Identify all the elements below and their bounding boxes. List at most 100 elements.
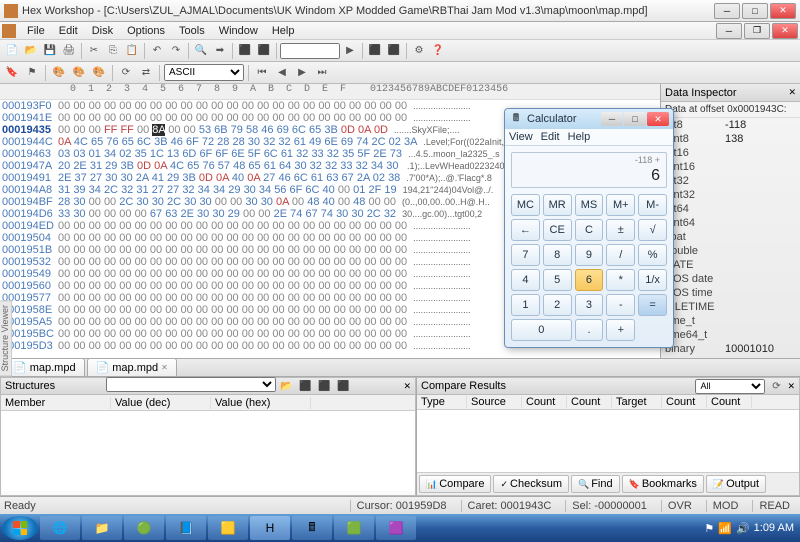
tray-volume-icon[interactable]: 🔊 xyxy=(736,522,750,535)
taskbar-ie-icon[interactable]: 🌐 xyxy=(40,516,80,540)
compare-body[interactable] xyxy=(417,410,799,472)
reload-icon[interactable]: ⟳ xyxy=(117,64,135,82)
bookmark-icon[interactable]: 🔖 xyxy=(3,64,21,82)
tool-b-icon[interactable]: ⬛ xyxy=(255,42,273,60)
nav-first-icon[interactable]: ⏮ xyxy=(253,64,271,82)
calc-btn-x[interactable]: + xyxy=(606,319,635,341)
calc-minimize-button[interactable]: ─ xyxy=(601,112,623,126)
calc-menu-edit[interactable]: Edit xyxy=(541,131,560,143)
tab-output[interactable]: 📝Output xyxy=(706,475,766,493)
settings-icon[interactable]: ⚙ xyxy=(410,42,428,60)
struct-body[interactable] xyxy=(1,411,415,491)
inspector-row[interactable]: float xyxy=(661,230,800,244)
inspector-row[interactable]: DOS date xyxy=(661,272,800,286)
tab-bookmarks[interactable]: 🔖Bookmarks xyxy=(622,475,704,493)
inspector-row[interactable]: time_t xyxy=(661,314,800,328)
calc-btn-x[interactable]: . xyxy=(575,319,604,341)
compare-filter[interactable]: All xyxy=(695,379,765,394)
inspector-row[interactable]: uint32 xyxy=(661,188,800,202)
calc-btn-Mx[interactable]: M+ xyxy=(606,194,635,216)
color-a-icon[interactable]: 🎨 xyxy=(50,64,68,82)
taskbar-chrome-icon[interactable]: 🟢 xyxy=(124,516,164,540)
inspector-row[interactable]: binary10001010 xyxy=(661,342,800,356)
calc-btn-3[interactable]: 3 xyxy=(575,294,604,316)
undo-icon[interactable]: ↶ xyxy=(148,42,166,60)
calc-btn-2[interactable]: 2 xyxy=(543,294,572,316)
inspector-row[interactable]: time64_t xyxy=(661,328,800,342)
struct-a-icon[interactable]: ⬛ xyxy=(296,377,314,395)
doc-restore-button[interactable]: ❐ xyxy=(744,23,770,39)
compare-refresh-icon[interactable]: ⟳ xyxy=(767,377,785,395)
nav-last-icon[interactable]: ⏭ xyxy=(313,64,331,82)
sync-icon[interactable]: ⇄ xyxy=(137,64,155,82)
menu-edit[interactable]: Edit xyxy=(52,23,85,39)
menu-disk[interactable]: Disk xyxy=(85,23,120,39)
tray-clock[interactable]: 1:09 AM xyxy=(754,522,794,534)
inspector-row[interactable]: DOS time xyxy=(661,286,800,300)
close-button[interactable]: ✕ xyxy=(770,3,796,19)
calc-btn-x[interactable]: = xyxy=(638,294,667,316)
tab-doc-0[interactable]: 📄map.mpd xyxy=(4,358,85,376)
tray-flag-icon[interactable]: ⚑ xyxy=(704,522,714,535)
menu-file[interactable]: File xyxy=(20,23,52,39)
inspector-row[interactable]: uint64 xyxy=(661,216,800,230)
struct-select[interactable] xyxy=(106,377,276,392)
paste-icon[interactable]: 📋 xyxy=(123,42,141,60)
inspector-row[interactable]: FILETIME xyxy=(661,300,800,314)
new-icon[interactable]: 📄 xyxy=(3,42,21,60)
encoding-select[interactable]: ASCII xyxy=(164,64,244,81)
help-icon[interactable]: ❓ xyxy=(429,42,447,60)
doc-minimize-button[interactable]: ─ xyxy=(716,23,742,39)
calc-maximize-button[interactable]: □ xyxy=(624,112,646,126)
calc-btn-MR[interactable]: MR xyxy=(543,194,572,216)
color-b-icon[interactable]: 🎨 xyxy=(70,64,88,82)
tab-find[interactable]: 🔍Find xyxy=(571,475,620,493)
tray-network-icon[interactable]: 📶 xyxy=(718,522,732,535)
menu-help[interactable]: Help xyxy=(265,23,302,39)
print-icon[interactable]: 🖨 xyxy=(60,42,78,60)
calc-btn-1[interactable]: 1 xyxy=(511,294,540,316)
tab-checksum[interactable]: ✓Checksum xyxy=(493,475,569,493)
calc-btn-x[interactable]: ← xyxy=(511,219,540,241)
tab-close-icon[interactable]: ✕ xyxy=(161,363,168,372)
inspector-row[interactable]: int32 xyxy=(661,174,800,188)
inspector-row[interactable]: DATE xyxy=(661,258,800,272)
taskbar-app3-icon[interactable]: 🟩 xyxy=(334,516,374,540)
taskbar-app4-icon[interactable]: 🟪 xyxy=(376,516,416,540)
nav-next-icon[interactable]: ▶ xyxy=(293,64,311,82)
struct-c-icon[interactable]: ⬛ xyxy=(334,377,352,395)
calc-btn-7[interactable]: 7 xyxy=(511,244,540,266)
inspector-row[interactable]: double xyxy=(661,244,800,258)
struct-b-icon[interactable]: ⬛ xyxy=(315,377,333,395)
calc-menu-view[interactable]: View xyxy=(509,131,533,143)
color-c-icon[interactable]: 🎨 xyxy=(90,64,108,82)
inspector-row[interactable]: int16 xyxy=(661,146,800,160)
calc-btn-x[interactable]: / xyxy=(606,244,635,266)
calc-btn-6[interactable]: 6 xyxy=(575,269,604,291)
inspector-row[interactable]: uint8138 xyxy=(661,132,800,146)
calc-btn-Mx[interactable]: M- xyxy=(638,194,667,216)
calc-btn-0[interactable]: 0 xyxy=(511,319,572,341)
address-input[interactable] xyxy=(280,43,340,59)
tab-doc-1[interactable]: 📄map.mpd✕ xyxy=(87,358,177,376)
inspector-row[interactable]: int64 xyxy=(661,202,800,216)
calc-btn-9[interactable]: 9 xyxy=(575,244,604,266)
calc-btn-x[interactable]: % xyxy=(638,244,667,266)
structures-close-icon[interactable]: ✕ xyxy=(403,381,411,392)
redo-icon[interactable]: ↷ xyxy=(167,42,185,60)
go-icon[interactable]: ▶ xyxy=(341,42,359,60)
inspector-close-icon[interactable]: ✕ xyxy=(788,87,796,98)
compare-close-icon[interactable]: ✕ xyxy=(787,381,795,392)
calc-btn-MS[interactable]: MS xyxy=(575,194,604,216)
calc-menu-help[interactable]: Help xyxy=(568,131,591,143)
menu-window[interactable]: Window xyxy=(212,23,265,39)
menu-options[interactable]: Options xyxy=(120,23,172,39)
maximize-button[interactable]: □ xyxy=(742,3,768,19)
minimize-button[interactable]: ─ xyxy=(714,3,740,19)
calc-btn-CE[interactable]: CE xyxy=(543,219,572,241)
tab-compare[interactable]: 📊Compare xyxy=(419,475,491,493)
taskbar-app2-icon[interactable]: 🟨 xyxy=(208,516,248,540)
calc-btn-x[interactable]: - xyxy=(606,294,635,316)
struct-open-icon[interactable]: 📂 xyxy=(277,377,295,395)
calc-btn-MC[interactable]: MC xyxy=(511,194,540,216)
